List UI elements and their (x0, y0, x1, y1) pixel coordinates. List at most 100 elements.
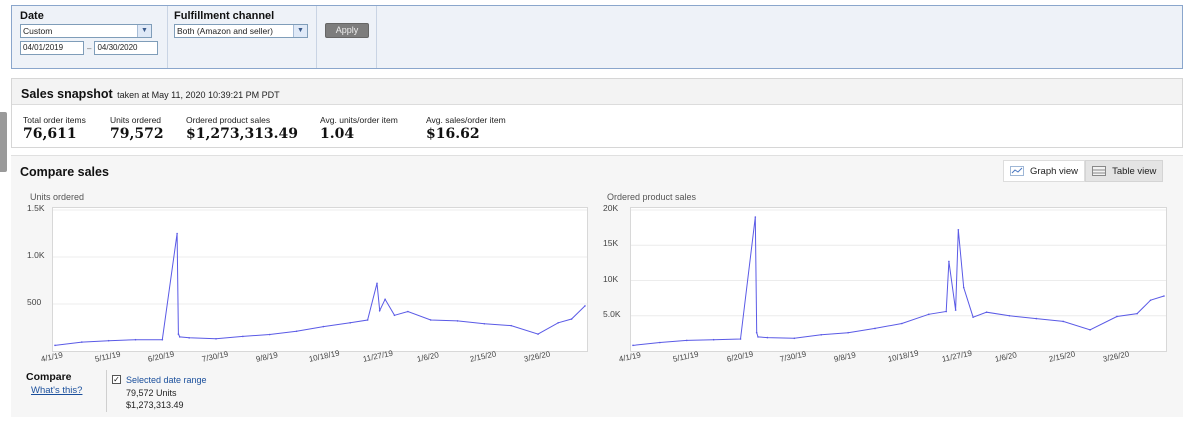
date-label: Date (20, 10, 44, 22)
compare-label: Compare (26, 371, 72, 383)
units-data-point (407, 310, 409, 313)
units-y-tick-label: 1.5K (27, 203, 45, 213)
sales-data-point (927, 313, 930, 316)
apply-button[interactable]: Apply (325, 23, 369, 38)
units-data-point (215, 337, 217, 340)
metric-avg-sales-per-order-item: Avg. sales/order item $16.62 (426, 115, 506, 142)
chevron-down-icon: ▼ (293, 25, 307, 37)
units-data-point (176, 232, 178, 235)
units-y-tick-label: 1.0K (27, 250, 45, 260)
metric-value: 1.04 (320, 126, 355, 142)
sales-data-point (945, 310, 948, 313)
sales-y-tick-label: 5.0K (603, 308, 621, 319)
units-data-point (584, 305, 586, 307)
units-data-point (242, 335, 244, 338)
units-data-point (384, 298, 386, 301)
sales-data-point (901, 322, 903, 325)
ordered-product-sales-chart (630, 207, 1167, 352)
units-data-point (456, 320, 459, 322)
date-separator: – (87, 43, 92, 53)
sales-y-tick-label: 10K (603, 273, 619, 284)
graph-view-button[interactable]: Graph view (1003, 160, 1086, 182)
graph-view-label: Graph view (1030, 165, 1079, 177)
units-data-point (107, 339, 110, 342)
units-data-point (349, 322, 351, 324)
sales-y-tick-label: 15K (603, 238, 619, 249)
units-data-point (393, 314, 396, 317)
compare-sales-title: Compare sales (20, 165, 109, 179)
units-data-point (537, 333, 539, 335)
sales-data-point (1116, 315, 1118, 318)
end-date-input[interactable]: 04/30/2020 (94, 41, 159, 55)
units-data-point (134, 338, 137, 341)
sales-data-point (755, 331, 758, 334)
date-range-select[interactable]: Custom ▼ (20, 24, 152, 38)
date-filter: Date Custom ▼ 04/01/2019 – 04/30/2020 (12, 6, 168, 68)
units-data-point (570, 318, 573, 320)
units-data-point (322, 325, 325, 328)
sales-data-point (1149, 299, 1152, 302)
selected-range-sales: $1,273,313.49 (126, 400, 184, 410)
sales-data-point (766, 336, 769, 339)
table-view-button[interactable]: Table view (1085, 160, 1164, 182)
chevron-down-icon: ▼ (137, 25, 151, 37)
sales-chart-ylabel: Ordered product sales (607, 192, 697, 202)
units-data-point (54, 344, 56, 347)
sales-data-point (957, 228, 960, 231)
selected-date-range-label[interactable]: Selected date range (126, 375, 207, 385)
units-ordered-chart (52, 207, 588, 352)
metric-label: Units ordered (110, 115, 162, 125)
sales-data-point (632, 344, 634, 347)
sales-snapshot: Sales snapshot taken at May 11, 2020 10:… (11, 78, 1183, 148)
selected-range-units: 79,572 Units (126, 388, 177, 398)
units-data-point (557, 322, 559, 324)
units-y-tick-label: 500 (27, 297, 42, 307)
units-data-point (429, 319, 432, 321)
units-data-point (161, 338, 164, 341)
sales-data-point (1089, 329, 1091, 331)
sales-data-point (659, 341, 661, 344)
sales-data-point (847, 331, 849, 334)
date-inputs-row: 04/01/2019 – 04/30/2020 (20, 41, 159, 55)
fulfillment-channel-label: Fulfillment channel (174, 10, 275, 22)
feedback-side-tab[interactable] (0, 112, 7, 172)
sales-snapshot-title: Sales snapshot (21, 87, 113, 101)
units-data-point (366, 319, 369, 321)
sales-data-point (972, 316, 974, 318)
sales-data-point (954, 309, 957, 311)
metric-units-ordered: Units ordered 79,572 (110, 115, 164, 142)
units-data-point (483, 322, 486, 325)
metric-ordered-product-sales: Ordered product sales $1,273,313.49 (186, 115, 298, 142)
sales-data-point (712, 338, 715, 341)
fulfillment-channel-select[interactable]: Both (Amazon and seller) ▼ (174, 24, 308, 38)
sales-y-tick-label: 20K (603, 203, 619, 213)
metric-avg-units-per-order-item: Avg. units/order item 1.04 (320, 115, 398, 142)
metric-value: 76,611 (23, 126, 77, 142)
metric-label: Total order items (23, 115, 86, 125)
line-chart-icon (1010, 166, 1024, 176)
units-data-point (376, 282, 378, 285)
selected-range-checkbox[interactable]: ✓ (112, 375, 121, 384)
units-data-point (510, 324, 513, 327)
units-series-line (54, 233, 586, 346)
metric-label: Avg. units/order item (320, 115, 398, 125)
units-data-point (295, 330, 298, 333)
units-chart-ylabel: Units ordered (30, 192, 85, 202)
view-toggle: Graph view Table view (1003, 160, 1164, 182)
sales-data-point (1035, 317, 1038, 320)
units-data-point (81, 341, 83, 343)
compare-divider (106, 370, 107, 412)
sales-data-point (1136, 312, 1138, 315)
snapshot-timestamp: taken at May 11, 2020 10:39:21 PM PDT (117, 90, 280, 100)
table-view-label: Table view (1112, 165, 1157, 177)
filter-bar: Date Custom ▼ 04/01/2019 – 04/30/2020 Fu… (11, 5, 1183, 69)
fulfillment-channel-select-value: Both (Amazon and seller) (177, 26, 273, 36)
start-date-input[interactable]: 04/01/2019 (20, 41, 84, 55)
units-data-point (178, 336, 181, 338)
sales-data-point (739, 338, 742, 340)
units-data-point (177, 333, 180, 335)
whats-this-link[interactable]: What's this? (31, 385, 82, 396)
table-icon (1092, 166, 1107, 176)
metric-label: Ordered product sales (186, 115, 271, 125)
sales-data-point (820, 333, 823, 336)
